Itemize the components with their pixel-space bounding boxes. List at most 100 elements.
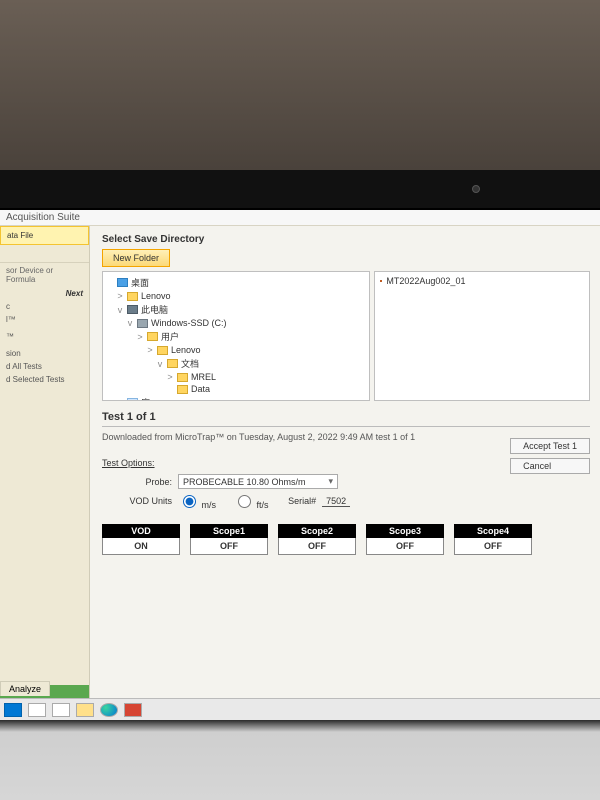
channel-header: Scope3 — [366, 524, 444, 538]
sidebar-tab-datafile[interactable]: ata File — [0, 226, 89, 245]
tree-node[interactable]: > MREL — [106, 371, 366, 383]
sidebar-next-label[interactable]: Next — [0, 287, 89, 300]
sidebar: ata File sor Device or Formula Next c l™… — [0, 226, 90, 698]
channel-grid: VODONScope1OFFScope2OFFScope3OFFScope4OF… — [102, 524, 590, 555]
tree-node[interactable]: > Lenovo — [106, 290, 366, 302]
tree-node[interactable]: v Windows-SSD (C:) — [106, 317, 366, 329]
start-button-icon[interactable] — [4, 703, 22, 717]
webcam — [472, 185, 480, 193]
tree-node[interactable]: 桌面 — [106, 275, 366, 290]
drive-icon — [137, 319, 148, 328]
radio-ms[interactable] — [183, 495, 196, 508]
expand-icon[interactable]: > — [116, 291, 124, 301]
window-titlebar: Acquisition Suite — [0, 210, 600, 226]
tree-label: Data — [191, 384, 210, 394]
expand-icon[interactable]: > — [166, 372, 174, 382]
expand-icon[interactable]: v — [116, 305, 124, 315]
sidebar-item[interactable]: ™ — [0, 330, 89, 343]
unit-fts-radio[interactable]: ft/s — [233, 492, 269, 510]
file-item[interactable]: MT2022Aug002_01 — [378, 275, 586, 287]
folder-y-icon — [127, 292, 138, 301]
analyze-tab[interactable]: Analyze — [0, 681, 50, 696]
windows-taskbar[interactable] — [0, 698, 600, 720]
datafile-icon — [380, 280, 382, 282]
tree-node[interactable]: > Lenovo — [106, 344, 366, 356]
explorer-icon[interactable] — [76, 703, 94, 717]
probe-row: Probe: PROBECABLE 10.80 Ohms/m ▾ — [102, 474, 590, 489]
tree-node[interactable]: v 文档 — [106, 356, 366, 371]
folder-tree[interactable]: 桌面>Lenovov此电脑vWindows-SSD (C:)>用户>Lenovo… — [102, 271, 370, 401]
save-dir-heading: Select Save Directory — [102, 234, 590, 245]
probe-dropdown[interactable]: PROBECABLE 10.80 Ohms/m ▾ — [178, 474, 338, 489]
laptop-bezel — [0, 170, 600, 210]
units-label: VOD Units — [102, 496, 172, 506]
channel-state: OFF — [454, 538, 532, 555]
channel-scope3[interactable]: Scope3OFF — [366, 524, 444, 555]
channel-header: Scope1 — [190, 524, 268, 538]
file-list[interactable]: MT2022Aug002_01 — [374, 271, 590, 401]
photo-background — [0, 0, 600, 170]
taskview-icon[interactable] — [52, 703, 70, 717]
units-row: VOD Units m/s ft/s Serial# 7502 — [102, 492, 590, 510]
tree-label: Windows-SSD (C:) — [151, 318, 227, 328]
chevron-down-icon: ▾ — [328, 476, 333, 487]
folder-b-icon — [127, 398, 138, 401]
laptop-body — [0, 720, 600, 800]
divider — [102, 426, 590, 427]
cancel-button[interactable]: Cancel — [510, 458, 590, 474]
channel-scope2[interactable]: Scope2OFF — [278, 524, 356, 555]
directory-browser: 桌面>Lenovov此电脑vWindows-SSD (C:)>用户>Lenovo… — [102, 271, 590, 401]
folder-y-icon — [157, 346, 168, 355]
unit-ms-radio[interactable]: m/s — [178, 492, 216, 510]
channel-state: OFF — [366, 538, 444, 555]
tree-node[interactable]: >库 — [106, 395, 366, 401]
channel-state: OFF — [190, 538, 268, 555]
tree-label: MREL — [191, 372, 216, 382]
sidebar-subheading: sor Device or Formula — [0, 263, 89, 287]
pc-icon — [127, 305, 138, 314]
new-folder-button[interactable]: New Folder — [102, 249, 170, 267]
sidebar-tab-blank[interactable] — [0, 245, 89, 263]
probe-value: PROBECABLE 10.80 Ohms/m — [183, 477, 306, 487]
probe-label: Probe: — [102, 477, 172, 487]
app-window: Acquisition Suite ata File sor Device or… — [0, 210, 600, 698]
main-panel: Select Save Directory New Folder 桌面>Leno… — [90, 226, 600, 698]
sidebar-item[interactable]: sion — [0, 347, 89, 360]
tree-label: Lenovo — [141, 291, 171, 301]
tree-label: 库 — [141, 396, 150, 401]
sidebar-item[interactable]: l™ — [0, 313, 89, 326]
channel-vod[interactable]: VODON — [102, 524, 180, 555]
channel-scope1[interactable]: Scope1OFF — [190, 524, 268, 555]
channel-state: OFF — [278, 538, 356, 555]
app-icon[interactable] — [124, 703, 142, 717]
serial-label: Serial# — [288, 496, 316, 506]
channel-scope4[interactable]: Scope4OFF — [454, 524, 532, 555]
tree-node[interactable]: > 用户 — [106, 329, 366, 344]
file-name: MT2022Aug002_01 — [386, 276, 465, 286]
serial-value[interactable]: 7502 — [322, 496, 350, 507]
channel-header: Scope2 — [278, 524, 356, 538]
sidebar-item[interactable]: d Selected Tests — [0, 373, 89, 386]
desktop-icon — [117, 278, 128, 287]
tree-label: 文档 — [181, 357, 199, 370]
tree-label: 用户 — [161, 330, 179, 343]
radio-fts[interactable] — [238, 495, 251, 508]
expand-icon[interactable]: > — [116, 398, 124, 402]
accept-test-button[interactable]: Accept Test 1 — [510, 438, 590, 454]
tree-node[interactable]: v 此电脑 — [106, 302, 366, 317]
taskbar-search-icon[interactable] — [28, 703, 46, 717]
sidebar-item[interactable]: d All Tests — [0, 360, 89, 373]
sidebar-item[interactable]: c — [0, 300, 89, 313]
tree-label: 此电脑 — [141, 303, 168, 316]
folder-y-icon — [177, 385, 188, 394]
channel-header: VOD — [102, 524, 180, 538]
expand-icon[interactable]: v — [126, 318, 134, 328]
tree-label: Lenovo — [171, 345, 201, 355]
expand-icon[interactable]: > — [146, 345, 154, 355]
tree-node[interactable]: Data — [106, 383, 366, 395]
edge-icon[interactable] — [100, 703, 118, 717]
folder-y-icon — [147, 332, 158, 341]
expand-icon[interactable]: > — [136, 332, 144, 342]
folder-y-icon — [177, 373, 188, 382]
expand-icon[interactable]: v — [156, 359, 164, 369]
